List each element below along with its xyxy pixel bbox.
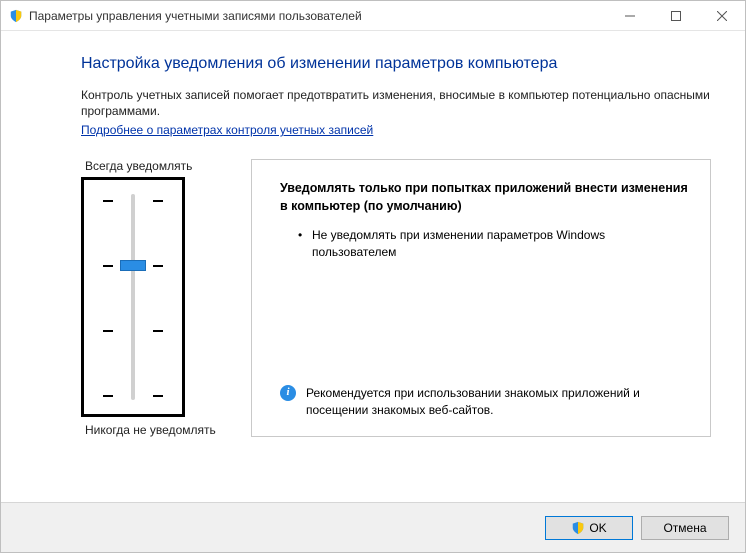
info-panel: Уведомлять только при попытках приложени… [251,159,711,437]
info-bullet: Не уведомлять при изменении параметров W… [298,227,688,261]
learn-more-link[interactable]: Подробнее о параметрах контроля учетных … [81,123,373,137]
maximize-button[interactable] [653,1,699,30]
uac-slider[interactable] [81,177,185,417]
info-icon: i [280,385,296,401]
minimize-button[interactable] [607,1,653,30]
info-recommendation-text: Рекомендуется при использовании знакомых… [306,385,688,419]
slider-label-never: Никогда не уведомлять [81,423,221,437]
slider-tick [103,395,163,397]
slider-column: Всегда уведомлять Никогда не уведомлять [81,159,221,437]
slider-label-always: Всегда уведомлять [81,159,221,173]
page-heading: Настройка уведомления об изменении парам… [81,55,711,73]
ok-button[interactable]: OK [545,516,633,540]
slider-thumb[interactable] [120,260,146,271]
slider-tick [103,200,163,202]
titlebar: Параметры управления учетными записями п… [1,1,745,31]
close-icon [717,11,727,21]
slider-track [131,194,135,400]
info-title: Уведомлять только при попытках приложени… [280,180,688,215]
slider-tick [103,330,163,332]
close-button[interactable] [699,1,745,30]
shield-icon [571,521,585,535]
shield-icon [9,9,23,23]
content-area: Настройка уведомления об изменении парам… [1,31,745,502]
maximize-icon [671,11,681,21]
cancel-button-label: Отмена [663,521,706,535]
ok-button-label: OK [589,521,606,535]
info-recommendation: i Рекомендуется при использовании знаком… [280,385,688,419]
footer: OK Отмена [1,502,745,552]
window-title: Параметры управления учетными записями п… [29,9,607,23]
cancel-button[interactable]: Отмена [641,516,729,540]
slider-area: Всегда уведомлять Никогда не уведомлять … [81,159,711,437]
minimize-icon [625,11,635,21]
info-top: Уведомлять только при попытках приложени… [280,180,688,261]
page-description: Контроль учетных записей помогает предот… [81,87,711,119]
window-controls [607,1,745,30]
